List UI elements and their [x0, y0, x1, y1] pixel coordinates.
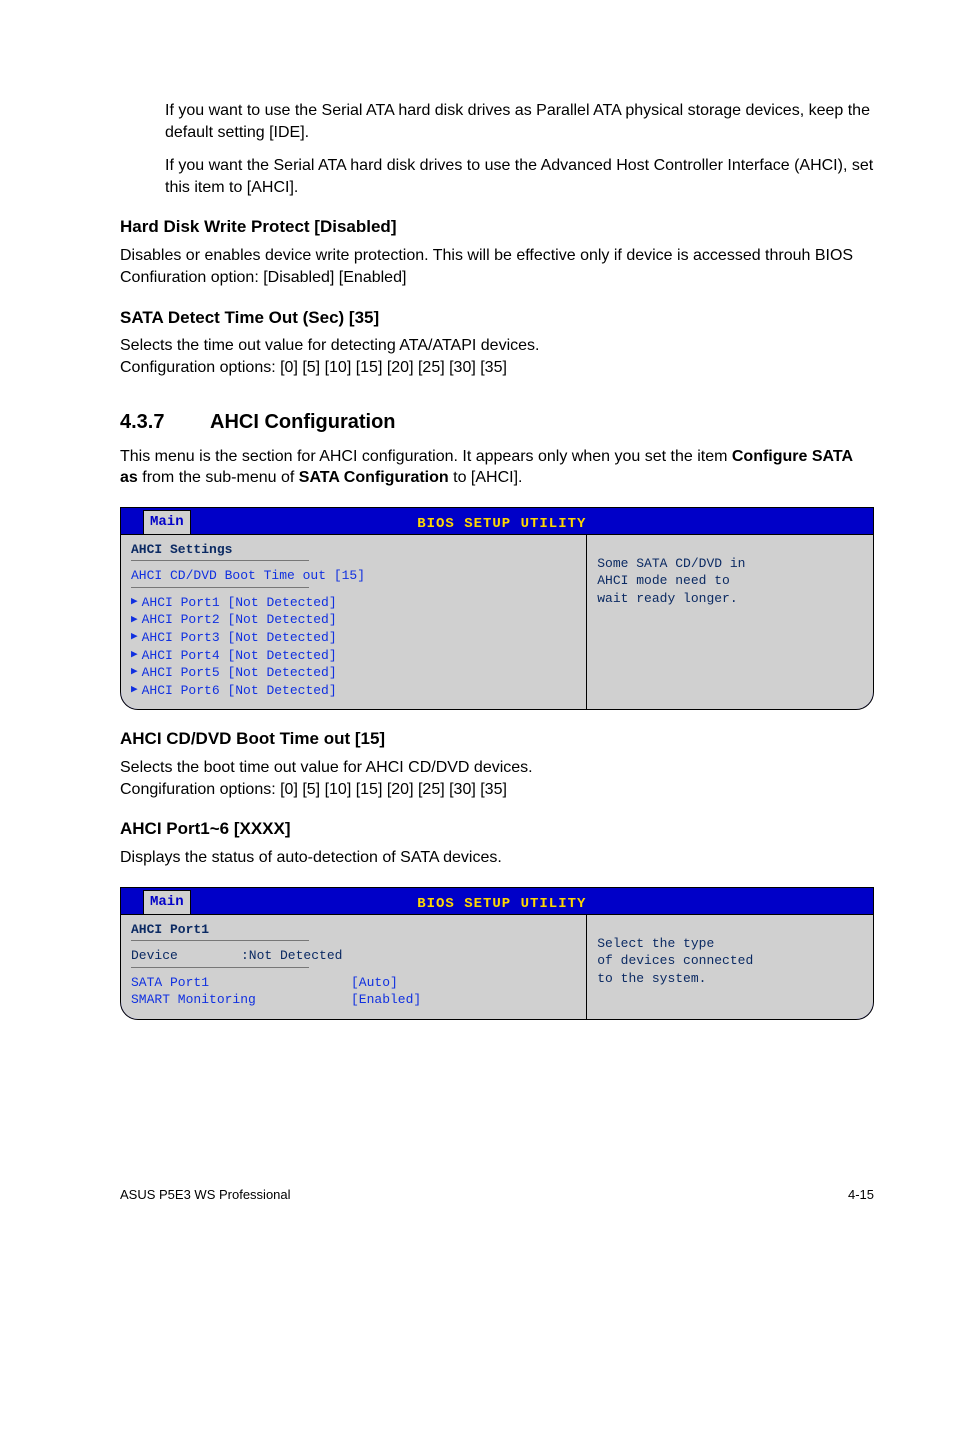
- bios-help-line: AHCI mode need to: [597, 572, 863, 590]
- divider: [131, 560, 309, 561]
- section-title: AHCI Configuration: [210, 411, 396, 433]
- bios-help-line: Some SATA CD/DVD in: [597, 555, 863, 573]
- bios-item-port6: ▶AHCI Port6 [Not Detected]: [131, 682, 576, 700]
- bios-left-panel: AHCI Settings AHCI CD/DVD Boot Time out …: [121, 535, 587, 709]
- bios-tab-main: Main: [143, 890, 191, 914]
- divider: [131, 940, 309, 941]
- bios-device-row: Device :Not Detected: [131, 947, 576, 965]
- ahci-port-heading: AHCI Port1~6 [XXXX]: [120, 818, 874, 841]
- section-number: 4.3.7: [120, 409, 210, 436]
- bios-help-panel: Some SATA CD/DVD in AHCI mode need to wa…: [587, 535, 873, 709]
- bios-help-line: Select the type: [597, 935, 863, 953]
- hard-disk-write-desc: Disables or enables device write protect…: [120, 245, 874, 288]
- bios-panel-title: AHCI Settings: [131, 541, 576, 559]
- sata-detect-desc-2: Configuration options: [0] [5] [10] [15]…: [120, 357, 874, 379]
- bios-sata-port1-row: SATA Port1 [Auto]: [131, 974, 576, 992]
- triangle-icon: ▶: [131, 648, 138, 663]
- bios-help-line: wait ready longer.: [597, 590, 863, 608]
- sata-detect-desc-1: Selects the time out value for detecting…: [120, 335, 874, 357]
- bios-screenshot-ahci-port1: Main BIOS SETUP UTILITY AHCI Port1 Devic…: [120, 887, 874, 1020]
- bios-help-line: of devices connected: [597, 952, 863, 970]
- bios-item-boot-time: AHCI CD/DVD Boot Time out [15]: [131, 567, 576, 585]
- bios-left-panel: AHCI Port1 Device :Not Detected SATA Por…: [121, 915, 587, 1019]
- bios-header: Main BIOS SETUP UTILITY: [121, 508, 873, 534]
- ahci-port-desc: Displays the status of auto-detection of…: [120, 847, 874, 869]
- bios-help-line: to the system.: [597, 970, 863, 988]
- bios-item-port1: ▶AHCI Port1 [Not Detected]: [131, 594, 576, 612]
- bios-screenshot-ahci-settings: Main BIOS SETUP UTILITY AHCI Settings AH…: [120, 507, 874, 710]
- bios-panel-title: AHCI Port1: [131, 921, 576, 939]
- ahci-boot-heading: AHCI CD/DVD Boot Time out [15]: [120, 728, 874, 751]
- bios-title: BIOS SETUP UTILITY: [417, 516, 586, 532]
- ahci-boot-desc-1: Selects the boot time out value for AHCI…: [120, 757, 874, 779]
- intro-paragraph-1: If you want to use the Serial ATA hard d…: [165, 100, 874, 143]
- ahci-boot-desc-2: Congifuration options: [0] [5] [10] [15]…: [120, 779, 874, 801]
- page-footer: ASUS P5E3 WS Professional 4-15: [120, 1180, 874, 1204]
- footer-right: 4-15: [848, 1186, 874, 1204]
- bios-item-port2: ▶AHCI Port2 [Not Detected]: [131, 611, 576, 629]
- bios-tab-main: Main: [143, 510, 191, 534]
- triangle-icon: ▶: [131, 630, 138, 645]
- bios-help-panel: Select the type of devices connected to …: [587, 915, 873, 1019]
- sata-detect-heading: SATA Detect Time Out (Sec) [35]: [120, 307, 874, 330]
- triangle-icon: ▶: [131, 665, 138, 680]
- hard-disk-write-heading: Hard Disk Write Protect [Disabled]: [120, 216, 874, 239]
- footer-left: ASUS P5E3 WS Professional: [120, 1186, 291, 1204]
- bios-smart-monitoring-row: SMART Monitoring [Enabled]: [131, 991, 576, 1009]
- ahci-config-heading: 4.3.7AHCI Configuration: [120, 409, 874, 436]
- bios-item-port4: ▶AHCI Port4 [Not Detected]: [131, 647, 576, 665]
- bios-header: Main BIOS SETUP UTILITY: [121, 888, 873, 914]
- triangle-icon: ▶: [131, 613, 138, 628]
- bios-item-port5: ▶AHCI Port5 [Not Detected]: [131, 664, 576, 682]
- divider: [131, 967, 309, 968]
- triangle-icon: ▶: [131, 595, 138, 610]
- bios-item-port3: ▶AHCI Port3 [Not Detected]: [131, 629, 576, 647]
- divider: [131, 587, 309, 588]
- intro-paragraph-2: If you want the Serial ATA hard disk dri…: [165, 155, 874, 198]
- ahci-intro: This menu is the section for AHCI config…: [120, 446, 874, 489]
- triangle-icon: ▶: [131, 683, 138, 698]
- bios-title: BIOS SETUP UTILITY: [417, 896, 586, 912]
